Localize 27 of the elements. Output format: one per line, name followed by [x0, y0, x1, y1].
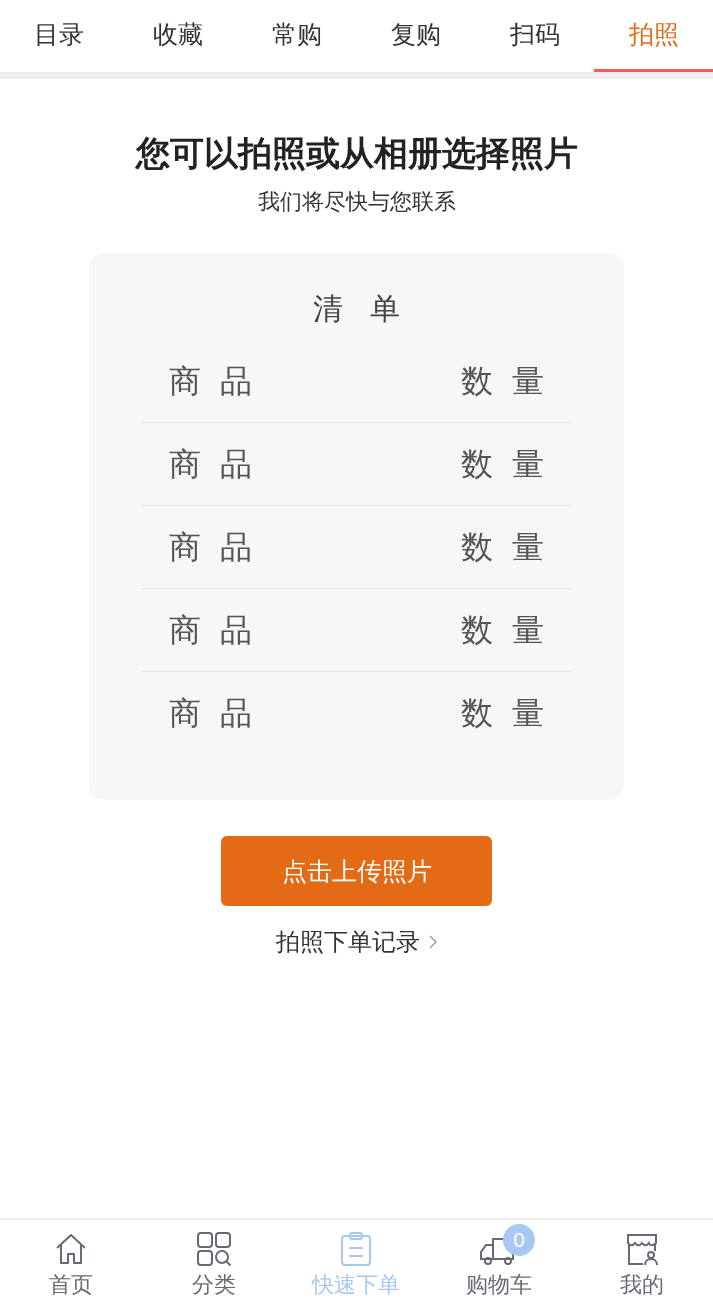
tab[interactable]: 收藏 [118, 0, 238, 72]
nav-item[interactable]: 我的 [570, 1220, 713, 1308]
quantity-label: 数量 [460, 611, 564, 650]
page-heading: 您可以拍照或从相册选择照片 [135, 132, 578, 175]
quantity-label: 数量 [460, 528, 564, 567]
quantity-label: 数量 [460, 445, 564, 484]
count-badge: 0 [503, 1224, 536, 1256]
item-label: 商品 [169, 362, 272, 401]
tab[interactable]: 扫码 [475, 0, 595, 72]
tab[interactable]: 目录 [0, 0, 119, 72]
tab[interactable]: 常购 [237, 0, 357, 72]
upload-button[interactable]: 点击上传照片 [221, 836, 492, 906]
item-label: 商品 [169, 528, 272, 567]
subheading: 我们将尽快与您联系 [257, 188, 456, 216]
item-label: 商品 [169, 611, 272, 650]
nav-item[interactable]: 0 购物车 [427, 1220, 571, 1308]
chevron-icon [427, 934, 438, 950]
quantity-label: 数量 [460, 694, 564, 733]
nav-item[interactable]: 首页 [0, 1220, 143, 1308]
nav-item[interactable]: 分类 [142, 1220, 286, 1308]
grid-icon [195, 1231, 232, 1267]
item-label: 商品 [169, 694, 272, 733]
quantity-label: 数量 [460, 362, 564, 401]
tab[interactable]: 复购 [356, 0, 476, 72]
list-title: 清单 [313, 291, 427, 327]
item-label: 商品 [169, 445, 272, 484]
history-link[interactable]: 拍照下单记录 [275, 926, 438, 958]
